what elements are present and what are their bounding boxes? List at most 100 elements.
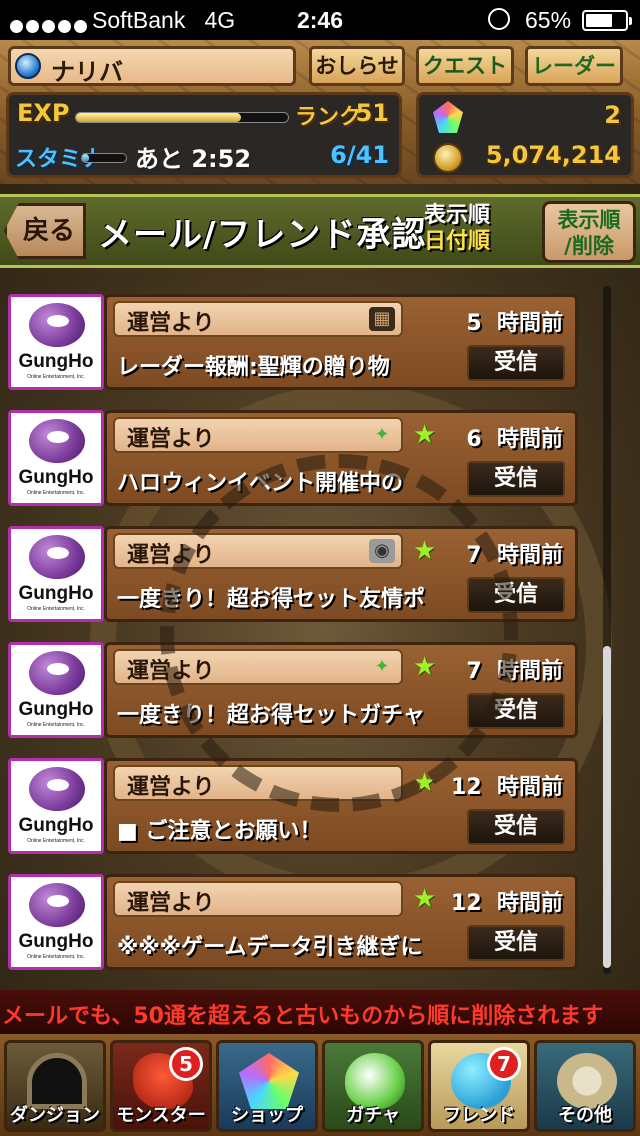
message-card[interactable]: 運営より ✦ ★ 7 時間前 一度きり！超お得セットガチャ 受信 [104, 642, 578, 738]
rotation-lock-icon [488, 8, 510, 30]
message-row[interactable]: GungHo Online Entertainment, Inc. 運営より ★… [0, 872, 600, 980]
receive-button[interactable]: 受信 [467, 577, 565, 613]
sender-avatar[interactable]: GungHo Online Entertainment, Inc. [8, 294, 104, 390]
sender-name: 運営より [127, 543, 215, 568]
avatar-logo-subtext: Online Entertainment, Inc. [27, 838, 85, 844]
sort-order-value: 日付順 [424, 229, 491, 254]
message-card[interactable]: 運営より ◉ ★ 7 時間前 一度きり！超お得セット友情ポ 受信 [104, 526, 578, 622]
sender-box: 運営より ✦ [113, 649, 403, 685]
message-subject: ※※※ゲームデータ引き継ぎに [117, 935, 423, 960]
notice-ticker: メールでも、50通を超えると古いものから順に削除されます [0, 990, 640, 1034]
scrollbar[interactable] [603, 286, 611, 974]
avatar-logo-subtext: Online Entertainment, Inc. [27, 606, 85, 612]
currency-panel: 2 5,074,214 [416, 92, 634, 178]
notification-badge: 7 [487, 1047, 521, 1081]
ticker-text: メールでも、50通を超えると古いものから順に削除されます [2, 1004, 604, 1029]
nav-question-mark-button[interactable]: その他 [534, 1040, 636, 1132]
message-subject: ハロウィンイベント開催中の [117, 471, 404, 496]
player-name-box[interactable]: ナリバ [8, 46, 296, 86]
message-card[interactable]: 運営より ★ 12 時間前 ※※※ゲームデータ引き継ぎに 受信 [104, 874, 578, 970]
receive-button[interactable]: 受信 [467, 461, 565, 497]
avatar-logo-subtext: Online Entertainment, Inc. [27, 954, 85, 960]
avatar-logo-text: GungHo [18, 583, 94, 604]
battery-percent: 65% [525, 7, 572, 33]
nav-red-dragon-button[interactable]: 5 モンスター [110, 1040, 212, 1132]
message-card[interactable]: 運営より ★ 12 時間前 ■ ご注意とお願い！ 受信 [104, 758, 578, 854]
sort-order-display: 表示順 日付順 [424, 203, 490, 255]
stamina-bar [81, 153, 127, 163]
quest-button[interactable]: クエスト [416, 46, 514, 86]
news-button[interactable]: おしらせ [309, 46, 405, 86]
time-ago-number: 6 [466, 427, 482, 452]
stats-panel: EXP ランク 51 スタミナ あと 2:52 6/41 [6, 92, 402, 178]
sender-name: 運営より [127, 775, 215, 800]
chest-icon: ▦ [369, 307, 395, 331]
time-ago: 6 時間前 [466, 421, 563, 453]
receive-button[interactable]: 受信 [467, 345, 565, 381]
sender-avatar[interactable]: GungHo Online Entertainment, Inc. [8, 874, 104, 970]
time-ago-number: 7 [466, 659, 482, 684]
exp-label: EXP [17, 99, 70, 127]
nav-dungeon-gate-button[interactable]: ダンジョン [4, 1040, 106, 1132]
gungho-logo-icon [29, 535, 85, 579]
sender-avatar[interactable]: GungHo Online Entertainment, Inc. [8, 410, 104, 506]
sender-avatar[interactable]: GungHo Online Entertainment, Inc. [8, 758, 104, 854]
mail-screen: 戻る メール/フレンド承認 表示順 日付順 表示順 /削除 GungHo Onl… [0, 184, 640, 990]
title-bar: 戻る メール/フレンド承認 表示順 日付順 表示順 /削除 [0, 194, 640, 268]
exp-bar-fill [76, 113, 242, 122]
status-bar: SoftBank 4G 2:46 65% [0, 0, 640, 40]
message-row[interactable]: GungHo Online Entertainment, Inc. 運営より ★… [0, 756, 600, 864]
sender-box: 運営より [113, 765, 403, 801]
nav-friends-button[interactable]: 7 フレンド [428, 1040, 530, 1132]
magic-stone-count: 2 [604, 101, 621, 129]
avatar-logo-text: GungHo [18, 467, 94, 488]
time-ago-number: 7 [466, 543, 482, 568]
gungho-logo-icon [29, 651, 85, 695]
sort-order-label: 表示順 [424, 203, 491, 228]
back-button[interactable]: 戻る [4, 203, 86, 259]
sender-avatar[interactable]: GungHo Online Entertainment, Inc. [8, 642, 104, 738]
attribute-orb-icon [15, 53, 41, 79]
avatar-logo-text: GungHo [18, 815, 94, 836]
dragon-icon: ✦ [374, 656, 390, 677]
sender-name: 運営より [127, 659, 215, 684]
receive-button[interactable]: 受信 [467, 925, 565, 961]
message-card[interactable]: 運営より ▦ 5 時間前 レーダー報酬:聖輝の贈り物 受信 [104, 294, 578, 390]
message-card[interactable]: 運営より ✦ ★ 6 時間前 ハロウィンイベント開催中の 受信 [104, 410, 578, 506]
sender-name: 運営より [127, 891, 215, 916]
nav-label: ダンジョン [10, 1105, 100, 1126]
sender-box: 運営より ◉ [113, 533, 403, 569]
time-ago-unit: 時間前 [496, 311, 563, 336]
player-name: ナリバ [51, 58, 123, 86]
sender-box: 運営より ✦ [113, 417, 403, 453]
star-icon: ★ [413, 884, 437, 914]
page-title: メール/フレンド承認 [98, 215, 427, 255]
time-ago-number: 12 [451, 891, 482, 916]
nav-rainbow-stone-button[interactable]: ショップ [216, 1040, 318, 1132]
stamina-bar-fill [82, 154, 89, 162]
sender-name: 運営より [127, 427, 215, 452]
message-subject: 一度きり！超お得セットガチャ [117, 703, 425, 728]
message-row[interactable]: GungHo Online Entertainment, Inc. 運営より ✦… [0, 640, 600, 748]
nav-label: その他 [558, 1105, 612, 1126]
receive-button[interactable]: 受信 [467, 693, 565, 729]
avatar-logo-subtext: Online Entertainment, Inc. [27, 374, 85, 380]
nav-eggs-button[interactable]: ガチャ [322, 1040, 424, 1132]
avatar-logo-subtext: Online Entertainment, Inc. [27, 490, 85, 496]
nav-label: ショップ [231, 1105, 303, 1126]
message-row[interactable]: GungHo Online Entertainment, Inc. 運営より ◉… [0, 524, 600, 632]
star-icon: ★ [413, 652, 437, 682]
scrollbar-thumb[interactable] [603, 646, 611, 968]
time-ago: 12 時間前 [451, 769, 563, 801]
message-row[interactable]: GungHo Online Entertainment, Inc. 運営より ▦… [0, 292, 600, 400]
gungho-logo-icon [29, 883, 85, 927]
message-row[interactable]: GungHo Online Entertainment, Inc. 運営より ✦… [0, 408, 600, 516]
receive-button[interactable]: 受信 [467, 809, 565, 845]
rank-label: ランク [295, 105, 362, 130]
radar-button[interactable]: レーダー [525, 46, 623, 86]
gungho-logo-icon [29, 303, 85, 347]
sender-name: 運営より [127, 311, 215, 336]
avatar-logo-text: GungHo [18, 699, 94, 720]
sort-delete-button[interactable]: 表示順 /削除 [542, 201, 636, 263]
sender-avatar[interactable]: GungHo Online Entertainment, Inc. [8, 526, 104, 622]
